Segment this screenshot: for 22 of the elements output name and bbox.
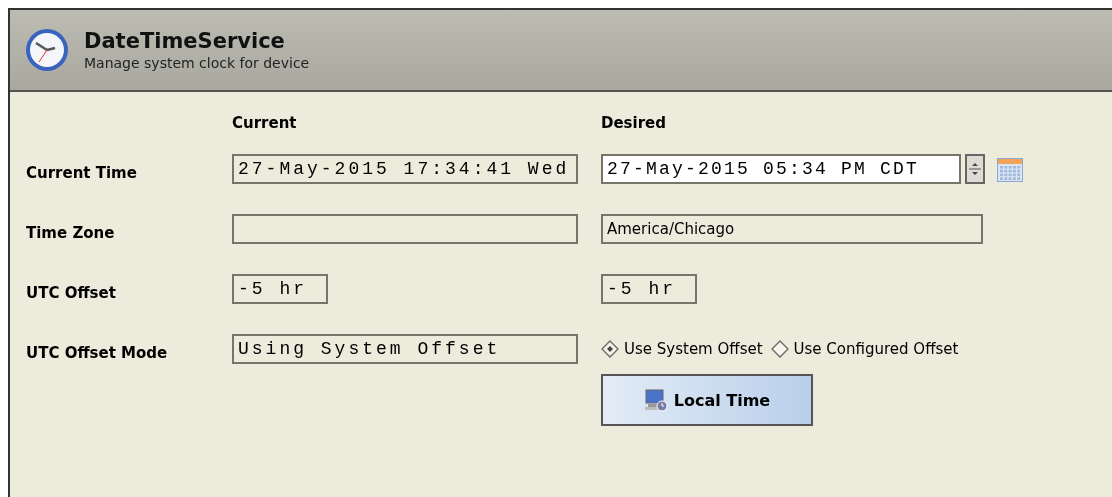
spinner-button[interactable] (965, 154, 985, 184)
radio-diamond-icon[interactable] (770, 340, 789, 358)
radio-option[interactable]: Use Configured Offset (770, 334, 959, 364)
radio-option[interactable]: Use System Offset (601, 334, 763, 364)
readonly-field: Using System Offset (232, 334, 578, 364)
text-input[interactable]: -5 hr (601, 274, 697, 304)
readonly-field: 27-May-2015 17:34:41 Wed (232, 154, 578, 184)
service-subtitle: Manage system clock for device (84, 55, 310, 71)
clock-icon (24, 27, 70, 73)
field-label: UTC Offset (26, 283, 117, 304)
computer-clock-icon (643, 388, 668, 412)
field-label: UTC Offset Mode (26, 343, 169, 364)
text-input[interactable]: America/Chicago (601, 214, 983, 244)
datetime-input[interactable]: 27-May-2015 05:34 PM CDT (601, 154, 961, 184)
column-header: Current (232, 114, 298, 134)
service-title: DateTimeService (84, 29, 286, 53)
field-label: Current Time (26, 163, 138, 184)
readonly-field: -5 hr (232, 274, 328, 304)
field-label: Time Zone (26, 223, 116, 244)
local-time-button[interactable]: Local Time (601, 374, 813, 426)
column-header: Desired (601, 114, 667, 134)
radio-diamond-icon[interactable] (601, 340, 619, 358)
